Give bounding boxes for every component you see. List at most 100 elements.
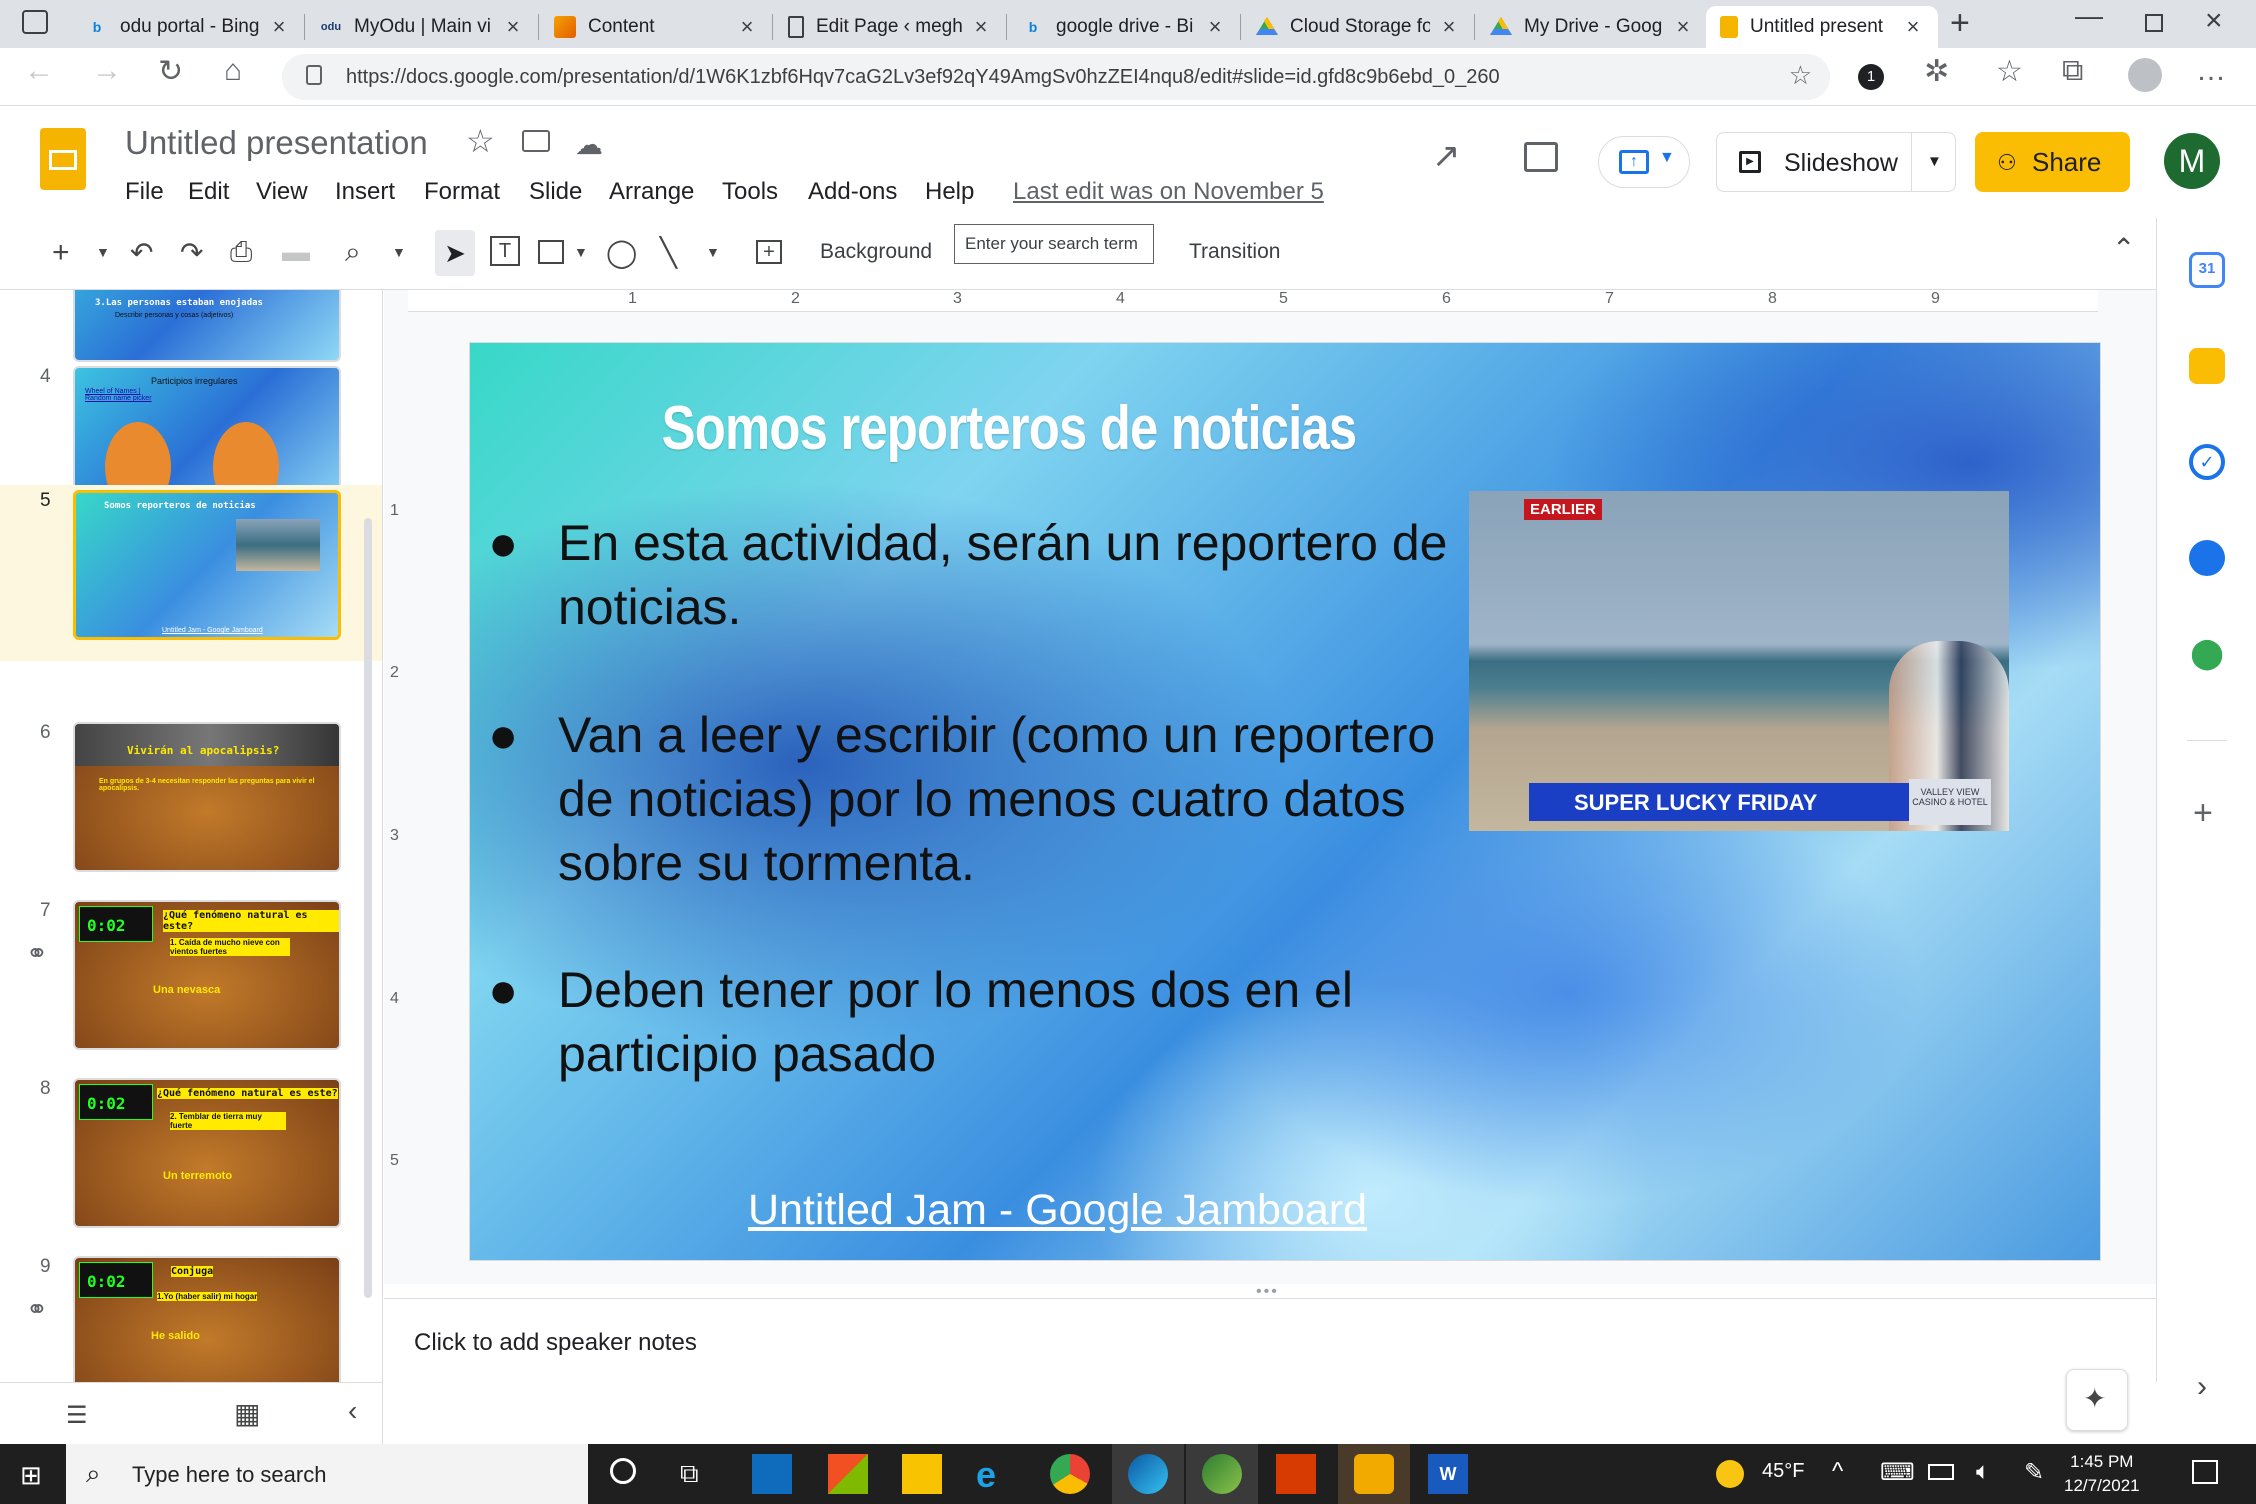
favorites-icon[interactable]: ☆ xyxy=(1996,54,2023,89)
tasks-icon[interactable]: ✓ xyxy=(2189,444,2225,480)
close-tab-icon[interactable]: × xyxy=(1438,14,1460,40)
favorite-star-icon[interactable]: ☆ xyxy=(1789,60,1812,91)
share-button[interactable]: ⚇ Share xyxy=(1975,132,2130,192)
store-icon[interactable] xyxy=(828,1454,868,1494)
star-icon[interactable]: ☆ xyxy=(466,122,495,160)
collections-icon[interactable]: ⧉ xyxy=(2062,54,2083,88)
cortana-icon[interactable] xyxy=(610,1458,636,1484)
browser-tab[interactable]: odu MyOdu | Main vi × xyxy=(306,6,538,48)
background-button[interactable]: Background xyxy=(820,240,932,264)
close-window-icon[interactable]: × xyxy=(2205,4,2223,38)
text-box-icon[interactable]: T xyxy=(490,236,520,266)
close-tab-icon[interactable]: × xyxy=(1672,14,1694,40)
image-icon[interactable] xyxy=(538,240,564,264)
speaker-notes[interactable]: Click to add speaker notes ✦ xyxy=(384,1298,2156,1431)
chevron-down-icon[interactable]: ▼ xyxy=(96,244,110,260)
profile-icon[interactable] xyxy=(2128,58,2162,92)
close-tab-icon[interactable]: × xyxy=(1204,14,1226,40)
explore-button[interactable]: ✦ xyxy=(2066,1369,2128,1431)
news-video-image[interactable]: EARLIER SUPER LUCKY FRIDAY VALLEY VIEW C… xyxy=(1469,491,2009,831)
menu-tools[interactable]: Tools xyxy=(722,178,778,206)
menu-slide[interactable]: Slide xyxy=(529,178,582,206)
filmstrip-scrollbar[interactable] xyxy=(364,518,372,1298)
browser-tab[interactable]: Edit Page ‹ megh × xyxy=(774,6,1006,48)
chrome-icon[interactable] xyxy=(1050,1454,1090,1494)
slides-logo-icon[interactable] xyxy=(40,128,86,190)
slide-thumbnail[interactable]: 3.Las personas estaban enojadas Describi… xyxy=(73,290,341,362)
more-icon[interactable]: … xyxy=(2196,54,2226,88)
menu-edit[interactable]: Edit xyxy=(188,178,229,206)
paint-format-icon[interactable]: ▬ xyxy=(282,236,310,268)
new-slide-icon[interactable]: + xyxy=(52,236,70,270)
contacts-icon[interactable] xyxy=(2189,540,2225,576)
grid-view-icon[interactable]: ▦ xyxy=(234,1397,260,1430)
chevron-down-icon[interactable]: ▼ xyxy=(1927,153,1942,170)
close-tab-icon[interactable]: × xyxy=(736,14,758,40)
slide-bullet[interactable]: ● Van a leer y escribir (como un reporte… xyxy=(488,703,1458,895)
close-tab-icon[interactable]: × xyxy=(268,14,290,40)
pen-icon[interactable]: ✎ xyxy=(2024,1458,2044,1487)
chevron-down-icon[interactable]: ▼ xyxy=(706,244,720,260)
weather-icon[interactable] xyxy=(1716,1460,1744,1488)
weather-text[interactable]: 45°F xyxy=(1762,1460,1804,1483)
volume-icon[interactable]: 🔈︎ xyxy=(1976,1458,1990,1486)
edge-icon[interactable] xyxy=(1128,1454,1168,1494)
add-addon-icon[interactable]: + xyxy=(2193,794,2213,833)
home-icon[interactable]: ⌂ xyxy=(224,54,242,88)
menu-addons[interactable]: Add-ons xyxy=(808,178,897,206)
browser-tab[interactable]: b odu portal - Bing × xyxy=(72,6,304,48)
menu-insert[interactable]: Insert xyxy=(335,178,395,206)
current-slide[interactable]: Somos reporteros de noticias ● En esta a… xyxy=(470,343,2100,1260)
new-tab-icon[interactable]: + xyxy=(1950,4,1970,43)
minimize-icon[interactable]: — xyxy=(2075,0,2103,32)
slide-bullet[interactable]: ● Deben tener por lo menos dos en el par… xyxy=(488,958,1458,1086)
chevron-up-icon[interactable]: ^ xyxy=(1832,1458,1843,1486)
menu-view[interactable]: View xyxy=(256,178,308,206)
file-explorer-icon[interactable] xyxy=(902,1454,942,1494)
browser-tab[interactable]: My Drive - Goog × xyxy=(1476,6,1708,48)
zoom-icon[interactable]: ⌕ xyxy=(345,236,361,269)
menu-file[interactable]: File xyxy=(125,178,164,206)
shape-icon[interactable]: ◯ xyxy=(606,236,637,269)
forward-icon[interactable]: → xyxy=(92,54,122,88)
filmstrip-view-icon[interactable]: ☰ xyxy=(66,1401,88,1430)
network-icon[interactable]: ⌨ xyxy=(1880,1458,1915,1487)
undo-icon[interactable]: ↶ xyxy=(130,236,153,269)
browser-tab[interactable]: Cloud Storage fo × xyxy=(1242,6,1474,48)
extensions-icon[interactable]: ✲ xyxy=(1924,54,1949,89)
collapse-toolbar-icon[interactable]: ⌃ xyxy=(2112,232,2135,265)
chevron-down-icon[interactable]: ▼ xyxy=(574,244,588,260)
add-comment-icon[interactable]: + xyxy=(756,240,782,264)
mail-icon[interactable] xyxy=(752,1454,792,1494)
refresh-icon[interactable]: ↻ xyxy=(158,54,183,89)
close-tab-icon[interactable]: × xyxy=(970,14,992,40)
document-title[interactable]: Untitled presentation xyxy=(125,124,428,162)
last-edit-link[interactable]: Last edit was on November 5 xyxy=(1013,178,1324,206)
notifications-icon[interactable] xyxy=(2192,1460,2218,1484)
windows-start-icon[interactable]: ⊞ xyxy=(20,1460,42,1491)
select-tool-icon[interactable]: ➤ xyxy=(435,230,475,276)
calendar-icon[interactable]: 31 xyxy=(2189,252,2225,288)
cloud-status-icon[interactable]: ☁ xyxy=(575,128,603,161)
slide-title[interactable]: Somos reporteros de noticias xyxy=(640,393,1378,464)
task-view-icon[interactable]: ⧉ xyxy=(680,1458,699,1490)
slide-thumbnail[interactable]: 0:02 ¿Qué fenómeno natural es este? 1. C… xyxy=(73,900,341,1050)
chevron-right-icon[interactable]: › xyxy=(2197,1370,2207,1404)
notification-badge[interactable]: 1 xyxy=(1858,64,1884,90)
taskbar-clock[interactable]: 1:45 PM 12/7/2021 xyxy=(2064,1450,2140,1498)
slide-thumbnail-selected[interactable]: Somos reporteros de noticias Untitled Ja… xyxy=(73,490,341,640)
slide-thumbnail[interactable]: Vivirán al apocalipsis? En grupos de 3-4… xyxy=(73,722,341,872)
avatar[interactable]: M xyxy=(2164,133,2220,189)
tab-actions-icon[interactable] xyxy=(22,10,48,34)
slide-bullet[interactable]: ● En esta actividad, serán un reportero … xyxy=(488,511,1458,639)
print-icon[interactable]: ⎙ xyxy=(230,236,252,269)
tasks-app-icon[interactable] xyxy=(1354,1454,1394,1494)
keep-icon[interactable] xyxy=(2189,348,2225,384)
internet-explorer-icon[interactable]: e xyxy=(976,1454,1016,1495)
browser-tab-active[interactable]: Untitled present × xyxy=(1706,6,1938,48)
word-icon[interactable]: W xyxy=(1428,1454,1468,1494)
close-tab-icon[interactable]: × xyxy=(1902,14,1924,40)
menu-arrange[interactable]: Arrange xyxy=(609,178,694,206)
taskbar-search[interactable]: ⌕ Type here to search xyxy=(66,1444,588,1504)
line-icon[interactable]: ╲ xyxy=(660,236,677,269)
